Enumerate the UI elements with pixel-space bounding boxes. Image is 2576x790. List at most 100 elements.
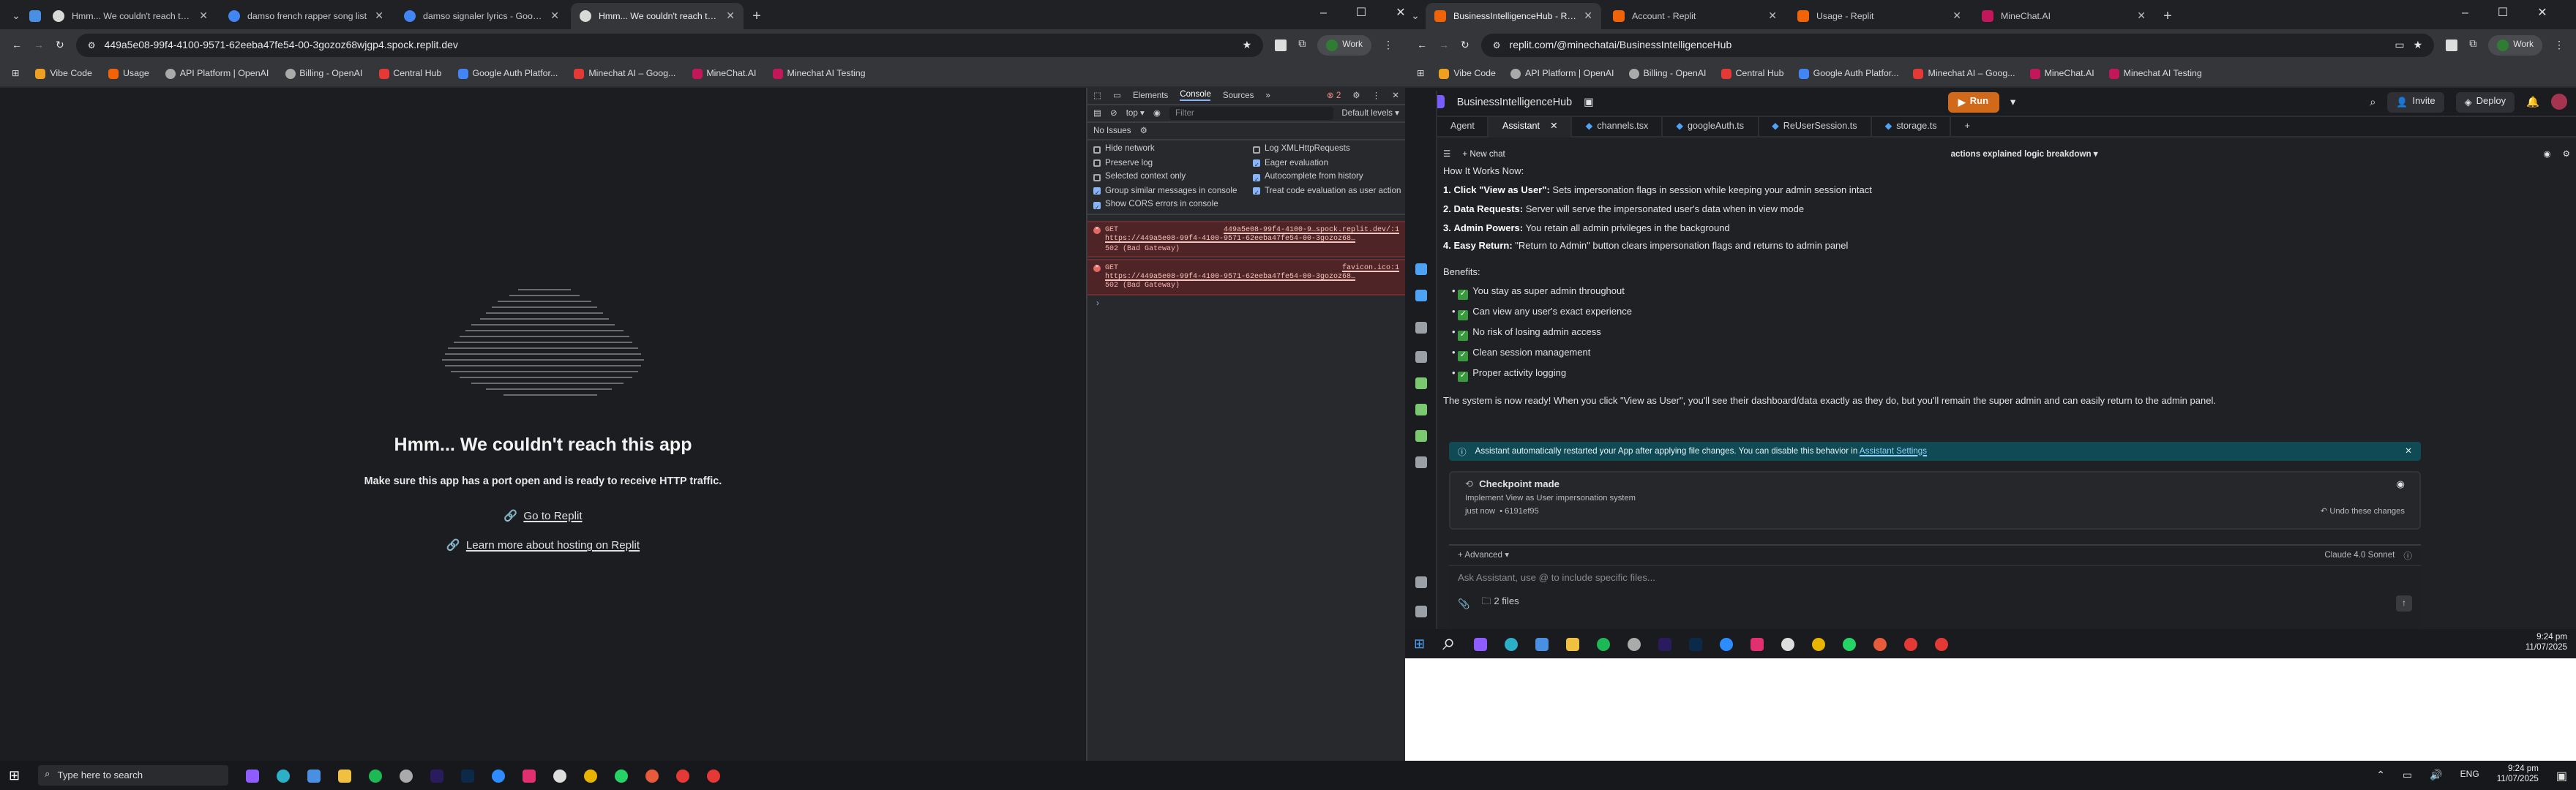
site-info-icon[interactable]: ⚙	[1493, 40, 1501, 50]
zoom-icon[interactable]	[491, 769, 505, 782]
assistant-settings-link[interactable]: Assistant Settings	[1860, 447, 1927, 456]
bookmark[interactable]: Central Hub	[1721, 69, 1784, 79]
tab-2[interactable]: damso french rapper song list ✕	[220, 3, 392, 29]
tab-assistant[interactable]: Assistant ✕	[1489, 116, 1573, 137]
close-icon[interactable]: ✕	[2137, 10, 2146, 22]
files-chip[interactable]: 🗀 2 files	[1481, 595, 1519, 612]
forward-icon[interactable]: →	[1439, 40, 1449, 50]
chrome-icon[interactable]	[675, 769, 689, 782]
whatsapp-icon[interactable]	[614, 769, 628, 782]
bookmark[interactable]: MineChat.AI	[2029, 69, 2094, 79]
chat-title[interactable]: actions explained logic breakdown ▾	[1517, 151, 2532, 159]
sidebar-icon[interactable]	[1415, 263, 1427, 275]
avatar[interactable]	[2551, 94, 2567, 110]
tab-minechat[interactable]: MineChat.AI ✕	[1973, 3, 2154, 29]
install-icon[interactable]: ▭	[2395, 40, 2404, 51]
close-icon[interactable]: ✕	[1952, 10, 1961, 22]
chrome-icon[interactable]	[583, 769, 597, 782]
gear-icon[interactable]: ⚙	[2563, 151, 2570, 159]
close-icon[interactable]: ✕	[375, 10, 383, 22]
send-button[interactable]: ↑	[2396, 595, 2412, 612]
app-icon[interactable]	[1750, 637, 1764, 650]
star-icon[interactable]: ★	[1243, 40, 1252, 51]
premiere-icon[interactable]	[430, 769, 443, 782]
clock[interactable]: 9:24 pm 11/07/2025	[2526, 633, 2567, 655]
bookmark[interactable]: Google Auth Platfor...	[1798, 69, 1899, 79]
more-tabs-icon[interactable]: »	[1265, 91, 1270, 100]
bookmark[interactable]: API Platform | OpenAI	[165, 69, 269, 79]
split-view-icon[interactable]: ⧉	[1298, 40, 1306, 51]
autocomplete-checkbox[interactable]: ✓ Autocomplete from history	[1253, 173, 1412, 182]
folder-icon[interactable]	[1565, 637, 1579, 650]
run-button[interactable]: ▶ Run	[1947, 91, 1999, 112]
profile-button[interactable]: Work	[1317, 35, 1371, 56]
edge-icon[interactable]	[276, 769, 290, 782]
bookmark[interactable]: Minechat AI – Goog...	[1913, 69, 2015, 79]
log-xhr-checkbox[interactable]: Log XMLHttpRequests	[1253, 145, 1412, 154]
context-select[interactable]: top ▾	[1126, 109, 1145, 118]
new-tab-icon[interactable]: +	[746, 3, 767, 29]
error-count-badge[interactable]: ⊗ 2	[1327, 91, 1341, 100]
tab-usage[interactable]: Usage - Replit ✕	[1789, 3, 1970, 29]
app-icon[interactable]	[1627, 637, 1641, 650]
bookmark[interactable]: Minechat AI – Goog...	[574, 69, 675, 79]
bookmark[interactable]: Vibe Code	[35, 69, 92, 79]
apps-icon[interactable]: ⊞	[12, 69, 19, 79]
bookmark[interactable]: Billing - OpenAI	[1628, 69, 1707, 79]
reload-icon[interactable]: ↻	[1461, 40, 1469, 51]
learn-hosting-link[interactable]: 🔗 Learn more about hosting on Replit	[0, 538, 1086, 552]
url-link[interactable]: https://449a5e08-99f4-4100-9571-62eeba47…	[1105, 235, 1355, 244]
sidebar-icon[interactable]	[1415, 430, 1427, 442]
star-icon[interactable]: ★	[2414, 40, 2423, 51]
profile-button[interactable]: Work	[2488, 35, 2542, 56]
attach-icon[interactable]: 📎	[1458, 598, 1469, 609]
model-select[interactable]: Claude 4.0 Sonnet	[2324, 551, 2395, 560]
app-icon[interactable]	[245, 769, 259, 782]
photoshop-icon[interactable]	[460, 769, 474, 782]
inspect-icon[interactable]: ⬚	[1093, 91, 1101, 100]
workspace-icon[interactable]	[26, 3, 44, 29]
invite-button[interactable]: 👤 Invite	[2387, 91, 2444, 112]
split-view-icon[interactable]: ⧉	[2469, 40, 2476, 51]
group-similar-checkbox[interactable]: ✓ Group similar messages in console	[1093, 187, 1253, 196]
tab-file[interactable]: ◆ channels.tsx	[1573, 116, 1663, 137]
source-link[interactable]: 449a5e08-99f4-4100-9…spock.replit.dev/:1	[1224, 225, 1399, 235]
bookmark[interactable]: Billing - OpenAI	[285, 69, 362, 79]
tab-search-icon[interactable]: ⌄	[1405, 3, 1426, 29]
assistant-input[interactable]: Ask Assistant, use @ to include specific…	[1449, 566, 2421, 591]
store-icon[interactable]	[307, 769, 321, 782]
folder-icon[interactable]	[337, 769, 351, 782]
search-icon[interactable]: ⌕	[2370, 94, 2375, 109]
minimize-icon[interactable]: –	[1320, 6, 1327, 19]
address-bar[interactable]: ⚙ 449a5e08-99f4-4100-9571-62eeba47fe54-0…	[75, 34, 1264, 57]
menu-icon[interactable]: ⋮	[2554, 40, 2564, 51]
eager-eval-checkbox[interactable]: ✓ Eager evaluation	[1253, 159, 1412, 168]
bookmark[interactable]: Minechat AI Testing	[2108, 69, 2202, 79]
minimize-icon[interactable]: –	[2462, 6, 2468, 19]
close-icon[interactable]: ✕	[1550, 121, 1558, 132]
console-prompt[interactable]: ›	[1087, 297, 1405, 312]
bookmark[interactable]: Central Hub	[378, 69, 441, 79]
close-icon[interactable]: ✕	[1392, 91, 1399, 100]
sidebar-icon[interactable]	[1415, 576, 1427, 588]
project-name[interactable]: BusinessIntelligenceHub	[1457, 95, 1572, 108]
sidebar-icon[interactable]	[1415, 606, 1427, 617]
tab-4[interactable]: Hmm... We couldn't reach this ✕	[571, 3, 744, 29]
tab-agent[interactable]: Agent	[1437, 116, 1489, 137]
source-link[interactable]: favicon.ico:1	[1342, 263, 1399, 273]
info-icon[interactable]: ⓘ	[2403, 549, 2412, 562]
more-icon[interactable]: ⋮	[1372, 91, 1381, 100]
cors-checkbox[interactable]: ✓ Show CORS errors in console	[1093, 200, 1253, 210]
tab-account[interactable]: Account - Replit ✕	[1604, 3, 1786, 29]
bookmark[interactable]: Vibe Code	[1439, 69, 1496, 79]
bell-icon[interactable]: 🔔	[2526, 95, 2539, 108]
app-icon[interactable]	[1781, 637, 1794, 650]
chrome-icon[interactable]	[645, 769, 659, 782]
device-icon[interactable]: ▭	[1113, 91, 1121, 100]
bookmark[interactable]: Minechat AI Testing	[772, 69, 866, 79]
notifications-icon[interactable]: ▣	[2556, 769, 2567, 782]
bookmark[interactable]: MineChat.AI	[692, 69, 756, 79]
hide-network-checkbox[interactable]: Hide network	[1093, 145, 1253, 154]
windows-icon[interactable]: ⊞	[1414, 636, 1425, 652]
sidebar-icon[interactable]	[1415, 351, 1427, 363]
